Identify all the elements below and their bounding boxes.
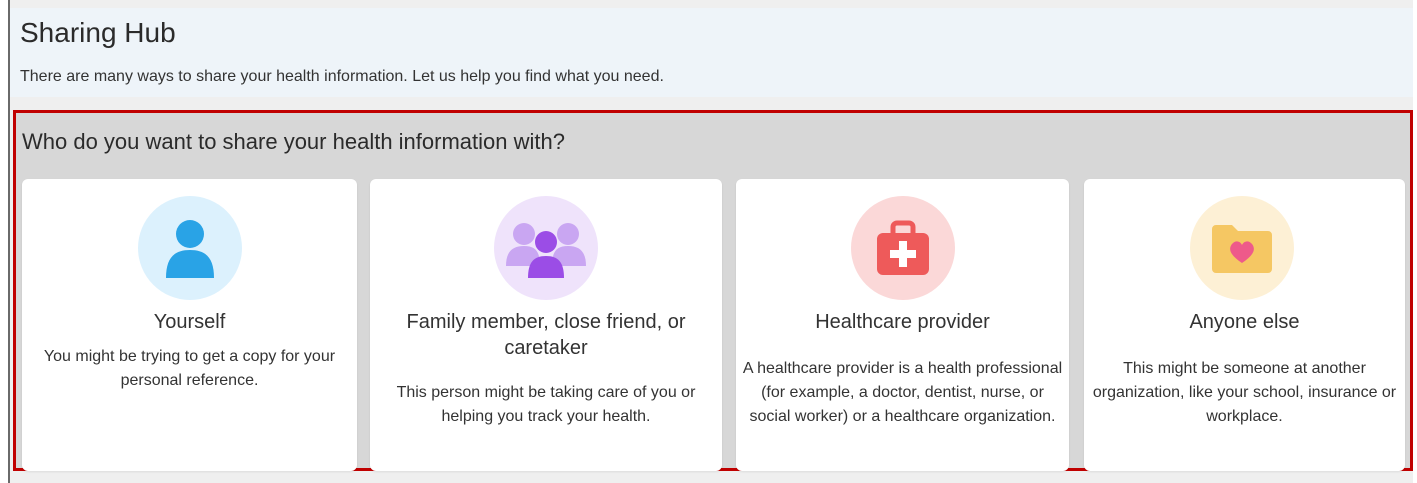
page-title: Sharing Hub xyxy=(20,17,176,48)
section-title: Who do you want to share your health inf… xyxy=(22,129,565,154)
person-icon xyxy=(138,196,242,300)
card-description: You might be trying to get a copy for yo… xyxy=(43,348,336,389)
folder-heart-icon xyxy=(1190,196,1294,300)
card-title: Family member, close friend, or caretake… xyxy=(406,311,686,359)
page-header: Sharing Hub There are many ways to share… xyxy=(10,8,1413,97)
card-anyone-else[interactable]: Anyone else This might be someone at ano… xyxy=(1084,179,1405,471)
card-title: Anyone else xyxy=(1189,311,1300,333)
share-with-section: Who do you want to share your health inf… xyxy=(13,110,1413,471)
card-family-member[interactable]: Family member, close friend, or caretake… xyxy=(370,179,722,471)
medical-bag-icon xyxy=(851,196,955,300)
page-subtitle: There are many ways to share your health… xyxy=(20,68,664,85)
group-icon xyxy=(494,196,598,300)
card-healthcare-provider[interactable]: Healthcare provider A healthcare provide… xyxy=(736,179,1069,471)
card-title: Yourself xyxy=(153,311,226,333)
card-title: Healthcare provider xyxy=(815,311,990,333)
card-yourself[interactable]: Yourself You might be trying to get a co… xyxy=(22,179,357,471)
card-description: This might be someone at another organiz… xyxy=(1092,360,1397,425)
card-description: A healthcare provider is a health profes… xyxy=(742,360,1063,425)
card-description: This person might be taking care of you … xyxy=(396,384,696,425)
